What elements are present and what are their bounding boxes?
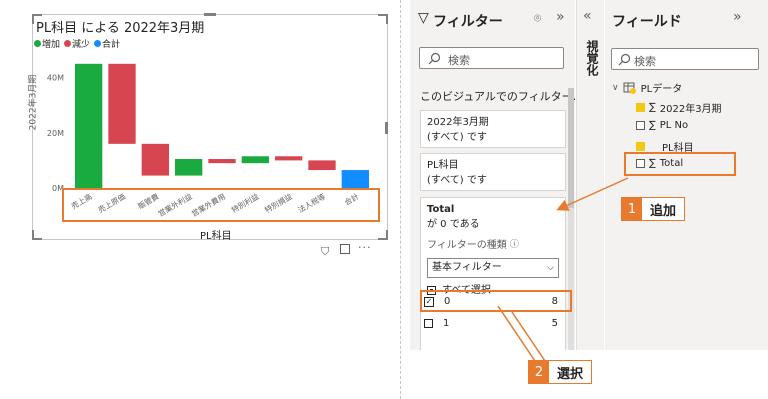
callout-text: 選択 [557, 366, 584, 382]
callout-select: 2 選択 [528, 360, 593, 384]
callout-number: 2 [529, 361, 549, 383]
callout-add: 1 追加 [621, 197, 686, 221]
callout-number: 1 [622, 198, 642, 220]
callout-text: 追加 [650, 203, 677, 219]
